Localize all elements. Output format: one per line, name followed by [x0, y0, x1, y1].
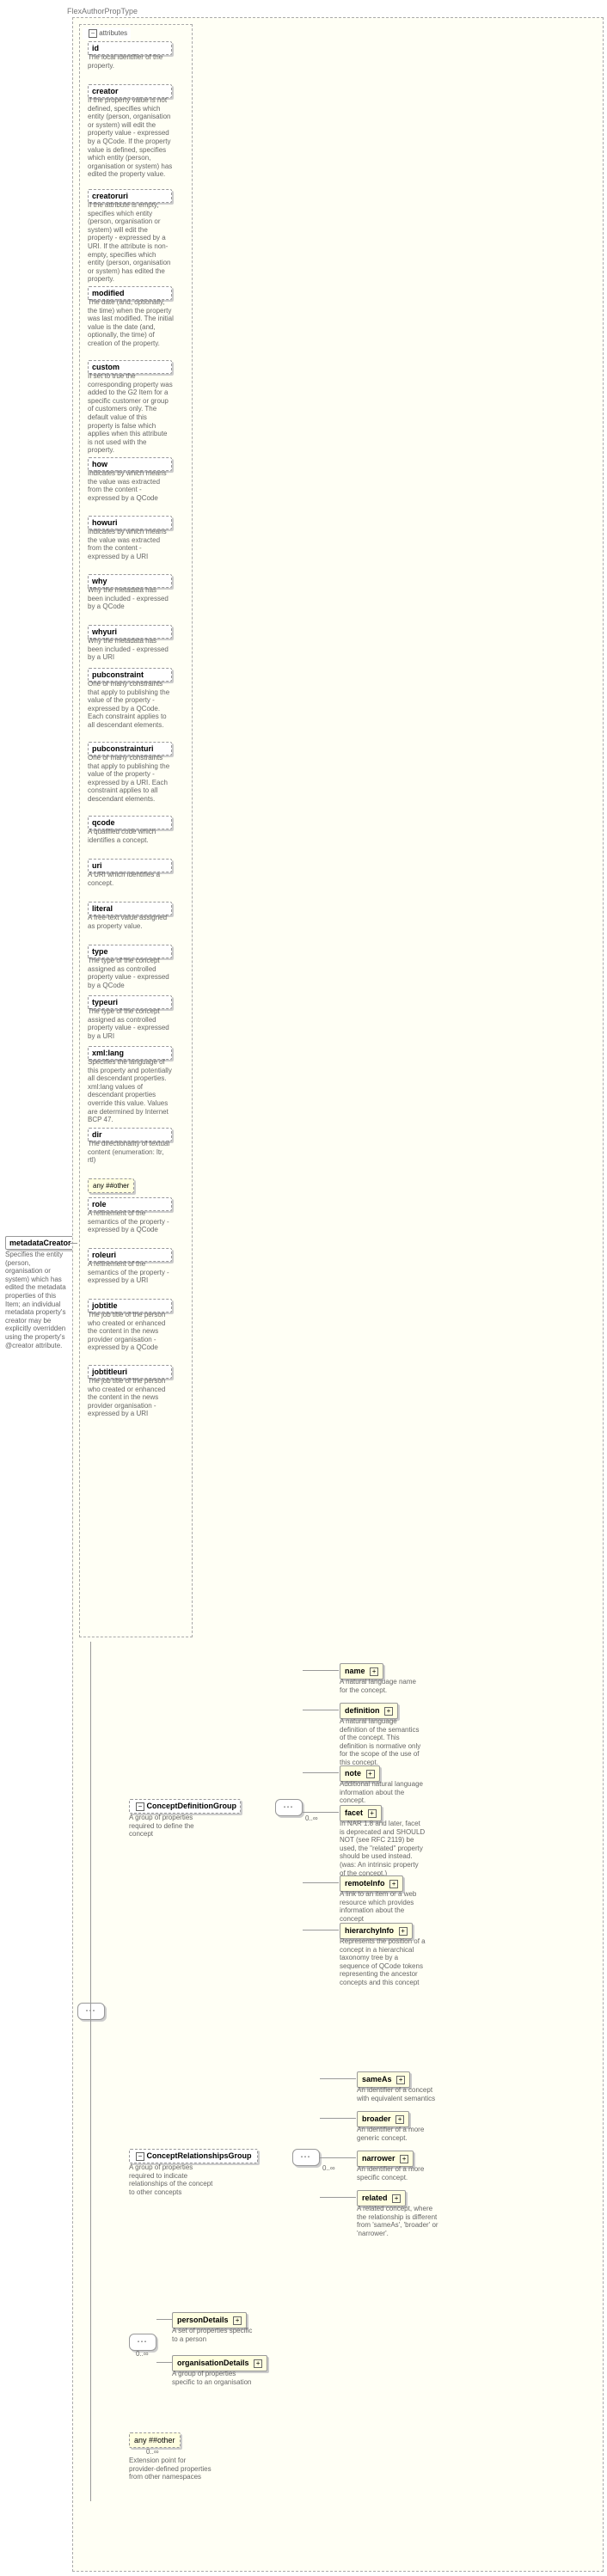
expand-icon[interactable]: + [368, 1809, 377, 1818]
ext-desc: Extension point for provider-defined pro… [129, 2457, 215, 2481]
attr-typeuri-desc: The type of the concept assigned as cont… [88, 1007, 174, 1040]
crg-desc: A group of properties required to indica… [129, 2163, 215, 2196]
expand-icon[interactable]: + [389, 1880, 398, 1888]
details-card: 0..∞ [136, 2350, 149, 2358]
expand-icon[interactable]: + [254, 2359, 262, 2368]
child-organisationDetails-desc: A group of properties specific to an org… [172, 2370, 258, 2386]
any-other-attr: any ##other [88, 1178, 134, 1193]
expand-icon[interactable]: + [366, 1770, 375, 1778]
expand-icon[interactable]: − [89, 29, 97, 38]
expand-icon[interactable]: − [136, 2152, 144, 2161]
attr-creator-desc: If the property value is not defined, sp… [88, 96, 174, 179]
connector [69, 1243, 77, 1244]
attr-id-desc: The local identifier of the property. [88, 53, 174, 70]
expand-icon[interactable]: + [396, 2076, 405, 2084]
attributes-label: − attributes [83, 28, 131, 40]
sequence-compositor [77, 2003, 105, 2020]
child-sameAs-desc: An identifier of a concept with equivale… [357, 2086, 443, 2102]
connector [320, 2118, 356, 2119]
attr-pubconstraint-desc: One or many constraints that apply to pu… [88, 680, 174, 730]
connector [156, 2319, 172, 2320]
expand-icon[interactable]: + [370, 1667, 378, 1676]
crg-card: 0..∞ [322, 2164, 335, 2172]
child-facet-desc: In NAR 1.8 and later, facet is deprecate… [340, 1820, 426, 1877]
attr-why-desc: Why the metadata has been included - exp… [88, 586, 174, 611]
attr-jobtitle-desc: The job title of the person who created … [88, 1311, 174, 1352]
attr-qcode-desc: A qualified code which identifies a conc… [88, 828, 174, 844]
attr-howuri-desc: Indicates by which means the value was e… [88, 528, 174, 560]
expand-icon[interactable]: + [384, 1707, 393, 1716]
attr-uri-desc: A URI which identifies a concept. [88, 871, 174, 887]
connector [320, 2157, 356, 2158]
child-personDetails-desc: A set of properties specific to a person [172, 2327, 258, 2343]
cdg-card: 0..∞ [305, 1814, 318, 1822]
cdg-desc: A group of properties required to define… [129, 1814, 215, 1839]
attr-whyuri-desc: Why the metadata has been included - exp… [88, 637, 174, 662]
attr-dir-desc: The directionality of textual content (e… [88, 1140, 174, 1165]
child-remoteInfo-desc: A link to an item or a web resource whic… [340, 1890, 426, 1923]
child-definition-desc: A natural language definition of the sem… [340, 1717, 426, 1767]
expand-icon[interactable]: + [392, 2194, 401, 2203]
child-related-desc: A related concept, where the relationshi… [357, 2205, 443, 2237]
connector [303, 1812, 339, 1813]
expand-icon[interactable]: − [136, 1802, 144, 1811]
expand-icon[interactable]: + [399, 1927, 408, 1936]
attr-modified-desc: The date (and, optionally, the time) whe… [88, 298, 174, 348]
attr-role-desc: A refinement of the semantics of the pro… [88, 1209, 174, 1234]
connector [156, 2362, 172, 2363]
cdg-choice [275, 1799, 303, 1816]
child-broader-desc: An identifier of a more generic concept. [357, 2126, 443, 2142]
root-desc: Specifies the entity (person, organisati… [5, 1251, 70, 1349]
connector [303, 1772, 339, 1773]
expand-icon[interactable]: + [395, 2115, 404, 2124]
child-note-desc: Additional natural language information … [340, 1780, 426, 1805]
connector [320, 2078, 356, 2079]
attr-jobtitleuri-desc: The job title of the person who created … [88, 1377, 174, 1418]
cdg-box: − ConceptDefinitionGroup [129, 1799, 241, 1814]
details-choice [129, 2334, 156, 2351]
connector [320, 2197, 356, 2198]
attr-how-desc: Indicates by which means the value was e… [88, 469, 174, 502]
attr-custom-desc: If set to true the corresponding propert… [88, 372, 174, 455]
attr-xml:lang-desc: Specifies the language of this property … [88, 1058, 174, 1124]
child-narrower-desc: An identifier of a more specific concept… [357, 2165, 443, 2181]
child-hierarchyInfo-desc: Represents the position of a concept in … [340, 1937, 426, 1987]
crg-choice [292, 2149, 320, 2166]
connector [303, 1882, 339, 1883]
ext-box: any ##other [129, 2432, 181, 2448]
connector-v [90, 1642, 91, 2501]
attr-roleuri-desc: A refinement of the semantics of the pro… [88, 1260, 174, 1285]
attr-literal-desc: A free-text value assigned as property v… [88, 914, 174, 930]
root-element: metadataCreator [5, 1236, 76, 1250]
attr-pubconstrainturi-desc: One or many constraints that apply to pu… [88, 754, 174, 804]
attr-creatoruri-desc: If the attribute is empty, specifies whi… [88, 201, 174, 284]
expand-icon[interactable]: + [400, 2155, 408, 2163]
attr-type-desc: The type of the concept assigned as cont… [88, 957, 174, 989]
expand-icon[interactable]: + [233, 2316, 242, 2325]
crg-box: − ConceptRelationshipsGroup [129, 2149, 258, 2163]
page-title: FlexAuthorPropType [67, 7, 138, 15]
child-name-desc: A natural language name for the concept. [340, 1678, 426, 1694]
ext-card: 0..∞ [146, 2448, 159, 2456]
connector [303, 1670, 339, 1671]
